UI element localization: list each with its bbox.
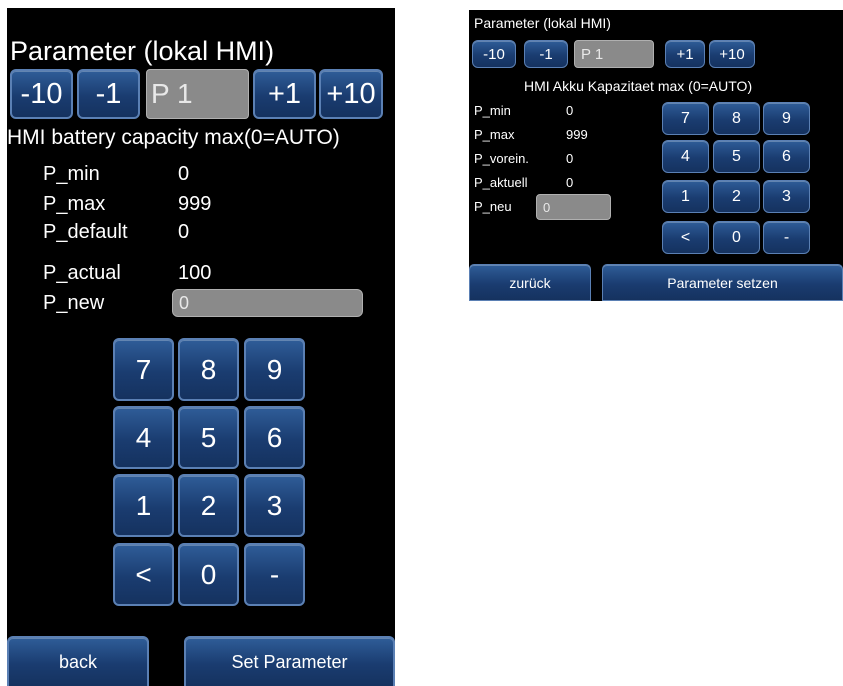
p-default-label: P_vorein. <box>474 151 529 166</box>
minus-10-button[interactable]: -10 <box>472 40 516 68</box>
key-4-button[interactable]: 4 <box>662 140 709 173</box>
p-max-label: P_max <box>43 193 106 215</box>
key-minus-button[interactable]: - <box>244 543 305 606</box>
p-new-label: P_neu <box>474 199 512 214</box>
back-button[interactable]: back <box>7 636 149 686</box>
key-backspace-button[interactable]: < <box>113 543 174 606</box>
key-8-button[interactable]: 8 <box>178 338 239 401</box>
minus-1-button[interactable]: -1 <box>524 40 568 68</box>
key-8-button[interactable]: 8 <box>713 102 760 135</box>
p-actual-label: P_actual <box>43 262 121 284</box>
p-new-input[interactable]: 0 <box>172 289 363 317</box>
key-3-button[interactable]: 3 <box>244 474 305 537</box>
p-new-label: P_new <box>43 292 105 314</box>
key-7-button[interactable]: 7 <box>113 338 174 401</box>
key-0-button[interactable]: 0 <box>178 543 239 606</box>
key-4-button[interactable]: 4 <box>113 406 174 469</box>
parameter-number-display: P 1 <box>574 40 654 68</box>
key-5-button[interactable]: 5 <box>178 406 239 469</box>
key-0-button[interactable]: 0 <box>713 221 760 254</box>
key-7-button[interactable]: 7 <box>662 102 709 135</box>
p-max-label: P_max <box>474 127 515 142</box>
p-default-label: P_default <box>43 221 128 243</box>
parameter-number-display: P 1 <box>146 69 249 119</box>
hmi-screen-german: Parameter (lokal HMI) -10 -1 P 1 +1 +10 … <box>469 10 843 301</box>
set-parameter-button[interactable]: Parameter setzen <box>602 264 843 301</box>
key-3-button[interactable]: 3 <box>763 180 810 213</box>
p-min-value: 0 <box>178 163 190 185</box>
p-default-value: 0 <box>178 221 190 243</box>
key-1-button[interactable]: 1 <box>662 180 709 213</box>
p-actual-value: 100 <box>178 262 212 284</box>
back-button[interactable]: zurück <box>469 264 591 301</box>
page-title: Parameter (lokal HMI) <box>10 36 275 66</box>
p-default-value: 0 <box>566 151 574 166</box>
key-6-button[interactable]: 6 <box>763 140 810 173</box>
key-6-button[interactable]: 6 <box>244 406 305 469</box>
p-min-label: P_min <box>43 163 100 185</box>
p-min-label: P_min <box>474 103 511 118</box>
p-max-value: 999 <box>178 193 212 215</box>
minus-10-button[interactable]: -10 <box>10 69 73 119</box>
key-9-button[interactable]: 9 <box>763 102 810 135</box>
plus-1-button[interactable]: +1 <box>665 40 705 68</box>
p-min-value: 0 <box>566 103 574 118</box>
key-5-button[interactable]: 5 <box>713 140 760 173</box>
hmi-screen-english: Parameter (lokal HMI) -10 -1 P 1 +1 +10 … <box>7 8 395 686</box>
plus-10-button[interactable]: +10 <box>709 40 755 68</box>
set-parameter-button[interactable]: Set Parameter <box>184 636 395 686</box>
key-minus-button[interactable]: - <box>763 221 810 254</box>
parameter-description: HMI Akku Kapazitaet max (0=AUTO) <box>524 78 753 94</box>
minus-1-button[interactable]: -1 <box>77 69 140 119</box>
plus-10-button[interactable]: +10 <box>319 69 383 119</box>
key-9-button[interactable]: 9 <box>244 338 305 401</box>
key-2-button[interactable]: 2 <box>178 474 239 537</box>
p-new-input[interactable]: 0 <box>536 194 611 220</box>
key-1-button[interactable]: 1 <box>113 474 174 537</box>
key-2-button[interactable]: 2 <box>713 180 760 213</box>
page-title: Parameter (lokal HMI) <box>474 15 611 31</box>
p-actual-label: P_aktuell <box>474 175 528 190</box>
p-actual-value: 0 <box>566 175 574 190</box>
p-max-value: 999 <box>566 127 588 142</box>
plus-1-button[interactable]: +1 <box>253 69 316 119</box>
key-backspace-button[interactable]: < <box>662 221 709 254</box>
parameter-description: HMI battery capacity max(0=AUTO) <box>7 126 340 149</box>
